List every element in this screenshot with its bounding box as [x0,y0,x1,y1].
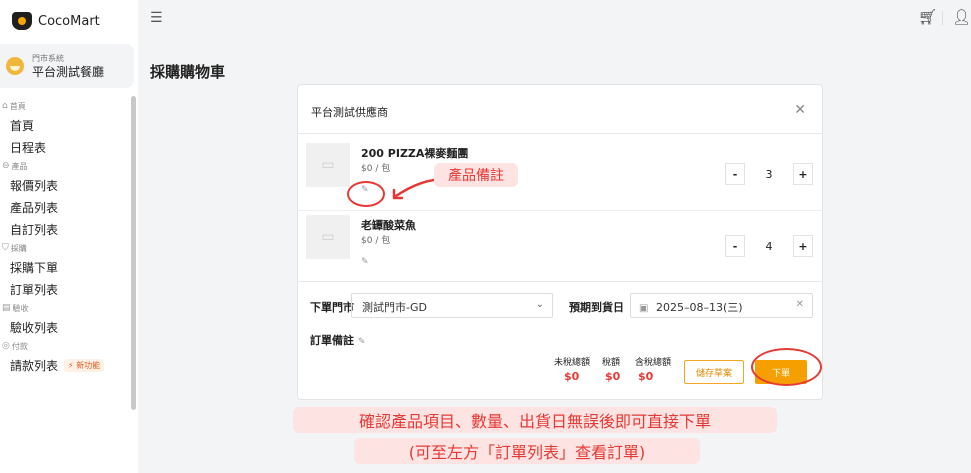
box-icon: ⊖ [2,161,10,171]
increase-button[interactable]: + [793,235,813,257]
badge-label: 新功能 [76,360,101,370]
store-switcher[interactable]: 門市系統 平台測試餐廳 [0,44,134,88]
cocomart-logo-icon [12,12,32,30]
cart-item: ▭ 老罈酸菜魚 $0 / 包 ✎ - 4 + [298,211,822,281]
tax-label: 稅額 [602,358,621,368]
sidebar-item-invoice-list[interactable]: 請款列表 ⚡ 新功能 [0,354,128,376]
sidebar-item-home[interactable]: 首頁 [0,114,128,136]
sidebar-item-products[interactable]: 產品列表 [0,196,128,218]
decrease-button[interactable]: - [725,163,745,185]
store-select-value: 測試門市-GD [362,301,427,314]
payment-icon: ◎ [2,341,10,351]
eta-label: 預期到貨日 [569,301,624,314]
increase-button[interactable]: + [793,163,813,185]
annotation-arrow-icon [392,178,436,200]
chevron-down-icon: ⌄ [535,299,544,310]
total-label: 含稅總額 [635,358,672,368]
home-icon: ⌂ [2,101,8,111]
user-icon[interactable]: 👤︎ [952,8,971,26]
topbar-divider [942,11,943,25]
store-name: 平台測試餐廳 [32,64,105,79]
store-select[interactable]: 測試門市-GD ⌄ [351,293,553,318]
total-value: $0 [638,370,654,383]
cart-card: 平台測試供應商 ✕ ▭ 200 PIZZA裸麥麵團 $0 / 包 ✎ - 3 +… [297,84,823,400]
annotation-ring-note [347,181,385,207]
annotation-product-note: 產品備註 [434,163,518,187]
nav-group-products: ⊖ 產品 [0,158,128,174]
supplier-name: 平台測試供應商 [311,106,388,119]
nav-group-payment: ◎ 付款 [0,338,128,354]
sidebar-item-receiving-list[interactable]: 驗收列表 [0,316,128,338]
save-draft-button[interactable]: 儲存草案 [684,360,744,384]
annotation-instruction-line1: 確認產品項目、數量、出貨日無誤後即可直接下單 [293,407,777,433]
edit-note-icon[interactable]: ✎ [361,257,369,267]
clipboard-icon: ▤ [2,303,11,313]
sidebar: CocoMart 門市系統 平台測試餐廳 ⌂ 首頁 首頁 日程表 ⊖ 產品 報價列表… [0,0,138,473]
store-system-label: 門市系統 [32,53,64,63]
quantity-value[interactable]: 3 [766,168,773,181]
page-title: 採購購物車 [150,63,226,81]
nav-group-label: 首頁 [9,101,26,111]
clear-icon[interactable]: ✕ [796,299,804,310]
nav-group-receiving: ▤ 驗收 [0,300,128,316]
app-logo[interactable]: CocoMart [12,8,100,34]
store-avatar [6,57,24,75]
annotation-ring-order [751,348,822,386]
product-name: 200 PIZZA裸麥麵團 [361,147,469,160]
app-name: CocoMart [38,13,100,29]
tax-value: $0 [605,370,621,383]
sidebar-item-quotes[interactable]: 報價列表 [0,174,128,196]
quantity-stepper: - 3 + [725,162,813,186]
menu-collapse-icon[interactable]: ☰ [150,10,163,26]
sidebar-item-purchase-order[interactable]: 採購下單 [0,256,128,278]
eta-date-picker[interactable]: ▣ 2025–08–13(三) ✕ [630,293,813,318]
order-footer: 下單門市 測試門市-GD ⌄ 預期到貨日 ▣ 2025–08–13(三) ✕ 訂… [298,281,822,399]
product-image-placeholder-icon: ▭ [306,143,350,187]
pretax-label: 未稅總額 [554,358,591,368]
nav-group-label: 付款 [11,341,28,351]
decrease-button[interactable]: - [725,235,745,257]
product-price: $0 / 包 [361,236,391,246]
cart-icon[interactable]: 🛒︎ [918,8,937,26]
product-image-placeholder-icon: ▭ [306,215,350,259]
sidebar-item-label: 請款列表 [10,358,59,373]
store-select-label: 下單門市 [310,301,354,314]
cart-small-icon: ⛉ [2,243,9,253]
quantity-value[interactable]: 4 [766,240,773,253]
nav-group-purchase: ⛉ 採購 [0,240,128,256]
new-feature-badge: ⚡ 新功能 [64,358,105,372]
annotation-instruction-line2: (可至左方「訂單列表」查看訂單) [354,438,700,464]
quantity-stepper: - 4 + [725,234,813,258]
sidebar-item-order-list[interactable]: 訂單列表 [0,278,128,300]
pretax-value: $0 [564,370,580,383]
sidebar-nav: ⌂ 首頁 首頁 日程表 ⊖ 產品 報價列表 產品列表 自訂列表 ⛉ 採購 採購下單 訂… [0,98,128,376]
nav-group-label: 驗收 [12,303,29,313]
nav-group-label: 採購 [10,243,27,253]
sidebar-scrollbar[interactable] [131,96,136,410]
eta-date-value: 2025–08–13(三) [655,301,743,314]
close-icon[interactable]: ✕ [794,102,806,118]
cart-card-header: 平台測試供應商 ✕ [298,85,822,134]
sidebar-item-schedule[interactable]: 日程表 [0,136,128,158]
nav-group-home: ⌂ 首頁 [0,98,128,114]
sidebar-item-custom-lists[interactable]: 自訂列表 [0,218,128,240]
order-note-label: 訂單備註 ✎ [310,332,365,348]
order-note-text: 訂單備註 [310,334,354,347]
product-name: 老罈酸菜魚 [361,219,416,232]
product-price: $0 / 包 [361,164,391,174]
edit-note-icon[interactable]: ✎ [358,337,366,347]
calendar-icon: ▣ [639,303,649,314]
nav-group-label: 產品 [11,161,28,171]
